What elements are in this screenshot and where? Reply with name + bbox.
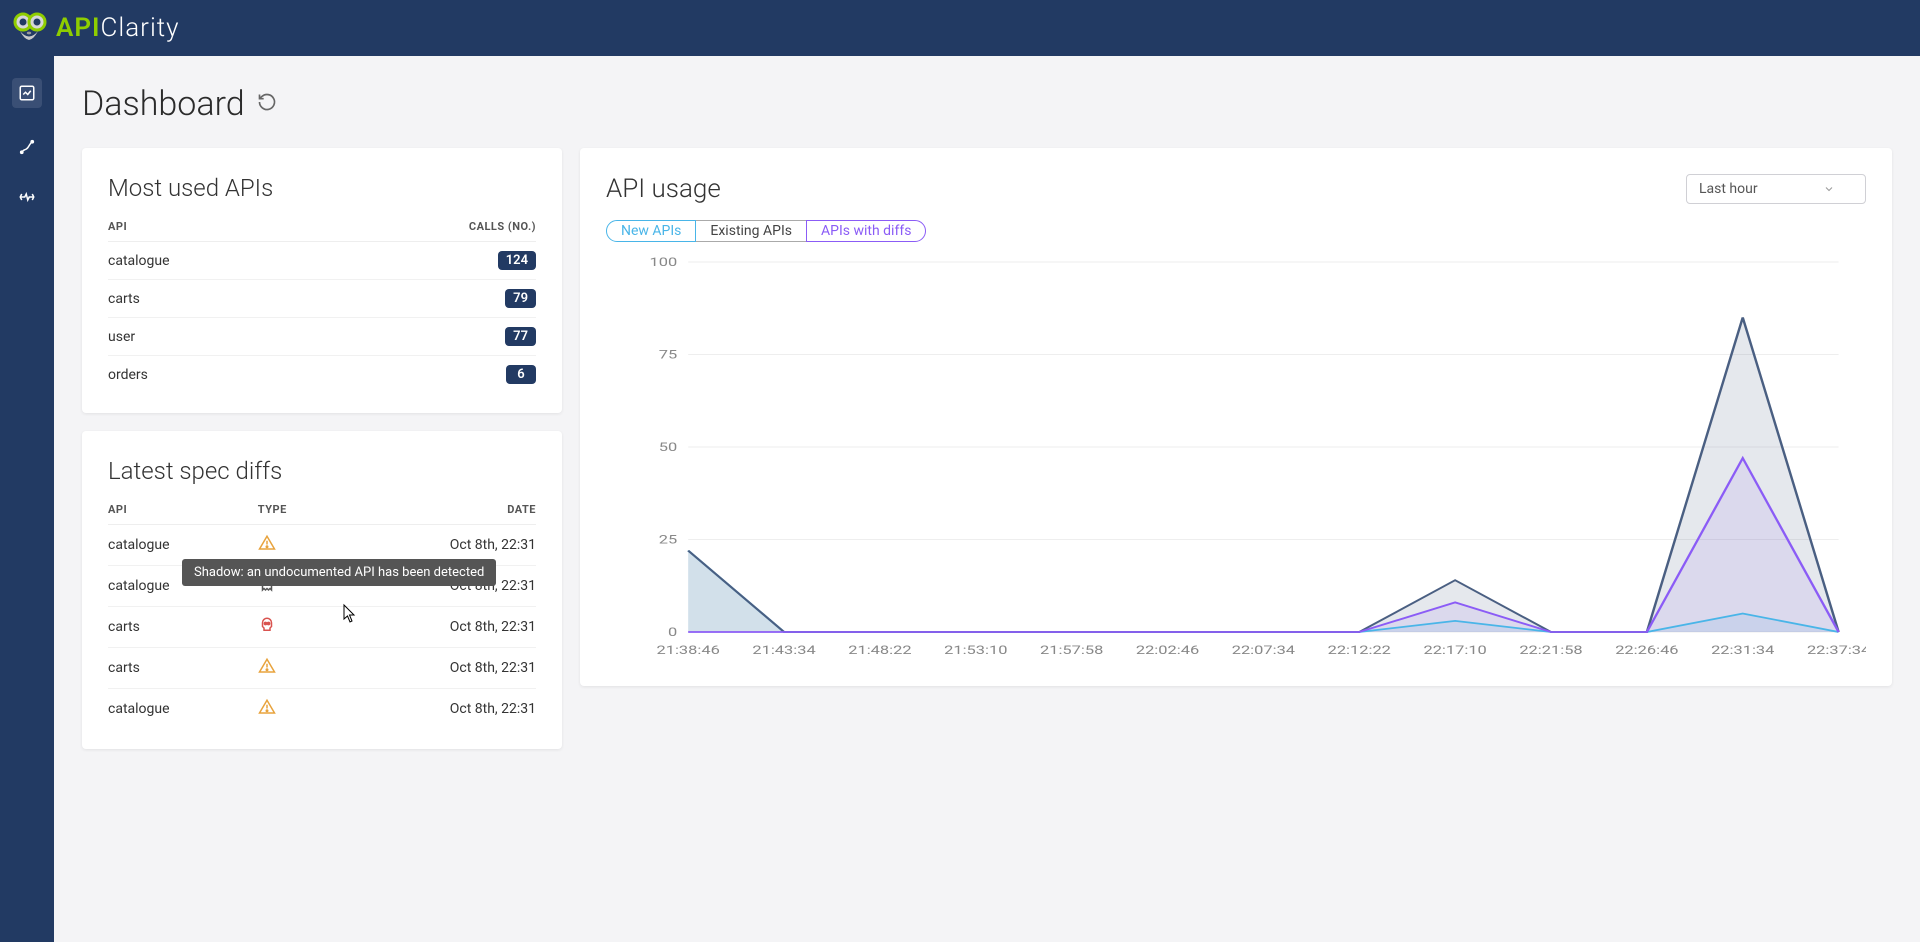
table-row[interactable]: catalogue Oct 8th, 22:31 [108,525,536,566]
warning-triangle-icon [258,657,276,675]
brand-part2: Clarity [101,13,180,43]
main-content: Dashboard Most used APIs API CALLS (NO.)… [54,56,1920,942]
shadow-ghost-icon [258,575,276,593]
svg-text:21:38:46: 21:38:46 [657,643,720,657]
diff-api: catalogue [108,566,258,607]
col-type: TYPE [258,503,386,525]
svg-text:22:12:22: 22:12:22 [1328,643,1391,657]
svg-text:50: 50 [659,440,677,454]
diff-type [258,648,386,689]
warning-triangle-icon [258,698,276,716]
svg-text:21:57:58: 21:57:58 [1040,643,1103,657]
warning-triangle-icon [258,534,276,552]
svg-text:21:43:34: 21:43:34 [752,643,815,657]
api-calls: 6 [313,356,536,394]
api-name: carts [108,280,313,318]
diff-date: Oct 8th, 22:31 [386,607,536,648]
timerange-value: Last hour [1699,181,1758,197]
api-calls: 77 [313,318,536,356]
diff-date: Oct 8th, 22:31 [386,689,536,730]
nav-dashboard-icon[interactable] [12,78,42,108]
svg-text:75: 75 [659,348,677,362]
svg-text:21:53:10: 21:53:10 [944,643,1007,657]
brand: APIClarity [56,13,180,43]
table-row[interactable]: catalogue Oct 8th, 22:31 [108,689,536,730]
sidebar [0,56,54,942]
api-name: user [108,318,313,356]
table-row[interactable]: catalogue124 [108,242,536,280]
diff-api: catalogue [108,689,258,730]
spec-diffs-title: Latest spec diffs [108,457,536,485]
most-used-apis-table: API CALLS (NO.) catalogue124carts79user7… [108,220,536,393]
col-api: API [108,503,258,525]
logo-mascot [8,7,50,49]
svg-text:22:07:34: 22:07:34 [1232,643,1295,657]
svg-text:22:26:46: 22:26:46 [1615,643,1678,657]
diff-date: Oct 8th, 22:31 [386,648,536,689]
diff-type [258,525,386,566]
diff-type [258,566,386,607]
timerange-select[interactable]: Last hour [1686,174,1866,204]
svg-text:22:37:34: 22:37:34 [1807,643,1866,657]
col-api: API [108,220,313,242]
zombie-skull-icon [258,616,276,634]
refresh-icon[interactable] [257,92,277,116]
chevron-down-icon [1823,183,1835,195]
most-used-apis-card: Most used APIs API CALLS (NO.) catalogue… [82,148,562,413]
api-usage-card: API usage Last hour New APIs Existing AP… [580,148,1892,686]
legend-apis-with-diffs[interactable]: APIs with diffs [806,220,926,242]
api-usage-title: API usage [606,174,721,204]
col-date: DATE [386,503,536,525]
svg-text:25: 25 [659,533,677,547]
api-name: orders [108,356,313,394]
diff-api: carts [108,607,258,648]
diff-type [258,689,386,730]
api-name: catalogue [108,242,313,280]
most-used-apis-title: Most used APIs [108,174,536,202]
table-row[interactable]: user77 [108,318,536,356]
api-calls: 79 [313,280,536,318]
svg-text:22:21:58: 22:21:58 [1519,643,1582,657]
table-row[interactable]: orders6 [108,356,536,394]
page-title: Dashboard [82,84,245,124]
table-row[interactable]: carts79 [108,280,536,318]
legend-pills: New APIs Existing APIs APIs with diffs [606,220,1866,242]
spec-diffs-card: Latest spec diffs API TYPE DATE catalogu… [82,431,562,749]
svg-text:22:31:34: 22:31:34 [1711,643,1774,657]
nav-inventory-icon[interactable] [16,136,38,158]
brand-part1: API [56,13,101,43]
table-row[interactable]: carts Oct 8th, 22:31 [108,648,536,689]
col-calls: CALLS (NO.) [313,220,536,242]
legend-existing-apis[interactable]: Existing APIs [696,220,806,242]
svg-text:21:48:22: 21:48:22 [848,643,911,657]
svg-text:0: 0 [668,625,677,639]
diff-date: Oct 8th, 22:31 [386,525,536,566]
api-calls: 124 [313,242,536,280]
diff-api: carts [108,648,258,689]
diff-date: Oct 8th, 22:31 [386,566,536,607]
table-row[interactable]: catalogue Oct 8th, 22:31 [108,566,536,607]
spec-diffs-table: API TYPE DATE catalogueOct 8th, 22:31cat… [108,503,536,729]
legend-new-apis[interactable]: New APIs [606,220,696,242]
svg-text:22:17:10: 22:17:10 [1423,643,1486,657]
svg-text:22:02:46: 22:02:46 [1136,643,1199,657]
nav-events-icon[interactable] [16,186,38,208]
svg-text:100: 100 [650,255,678,269]
diff-type [258,607,386,648]
diff-api: catalogue [108,525,258,566]
topbar: APIClarity [0,0,1920,56]
api-usage-chart: 0 25 50 75 100 21:38:46 21:43:34 21:48:22 21:53:… [606,252,1866,662]
table-row[interactable]: carts Oct 8th, 22:31 [108,607,536,648]
